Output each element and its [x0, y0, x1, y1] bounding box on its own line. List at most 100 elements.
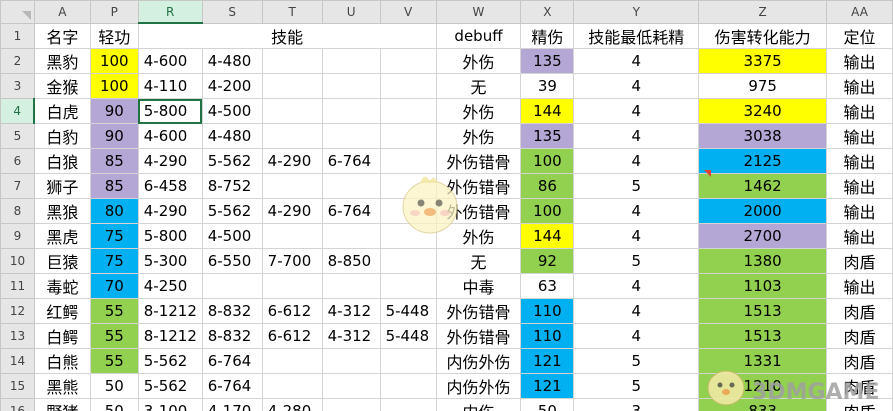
cell-qinggong[interactable]: 50	[89, 373, 139, 399]
cell-skill-5[interactable]	[379, 123, 437, 149]
cell-qinggong-header[interactable]: 轻功	[89, 22, 139, 49]
cell-conversion[interactable]: 2125	[698, 148, 828, 174]
cell-name[interactable]: 黑熊	[33, 373, 91, 399]
cell-skill-4[interactable]: 6-764	[321, 148, 381, 174]
row-number[interactable]: 5	[0, 123, 35, 149]
cell-role[interactable]: 输出	[826, 98, 893, 124]
cell-skill-2[interactable]: 4-200	[201, 73, 263, 99]
column-header[interactable]: W	[435, 0, 522, 24]
cell-role[interactable]: 输出	[826, 148, 893, 174]
comment-indicator[interactable]	[704, 170, 711, 177]
cell-qinggong[interactable]: 90	[89, 123, 139, 149]
cell-skill-2[interactable]: 6-764	[201, 348, 263, 374]
cell-skill-1[interactable]: 8-1212	[137, 298, 203, 324]
cell-skill-1[interactable]: 5-800	[137, 98, 203, 124]
cell-qinggong[interactable]: 50	[89, 398, 139, 411]
cell-conversion[interactable]: 975	[698, 73, 828, 99]
cell-qinggong[interactable]: 75	[89, 223, 139, 249]
cell-skill-4[interactable]	[321, 373, 381, 399]
column-header[interactable]: A	[33, 0, 91, 24]
column-header[interactable]: R	[137, 0, 203, 24]
cell-skill-2[interactable]: 4-500	[201, 223, 263, 249]
row-number[interactable]: 11	[0, 273, 35, 299]
cell-skill-2[interactable]: 8-832	[201, 323, 263, 349]
cell-conversion[interactable]: 1462	[698, 173, 828, 199]
cell-skill-3[interactable]	[261, 373, 323, 399]
cell-min-cost[interactable]: 4	[573, 148, 700, 174]
cell-role[interactable]: 输出	[826, 223, 893, 249]
cell-role[interactable]: 输出	[826, 123, 893, 149]
cell-skill-2[interactable]	[201, 273, 263, 299]
cell-role[interactable]: 肉盾	[826, 298, 893, 324]
cell-qinggong[interactable]: 90	[89, 98, 139, 124]
cell-skill-2[interactable]: 4-480	[201, 123, 263, 149]
cell-role[interactable]: 肉盾	[826, 248, 893, 274]
cell-debuff-header[interactable]: debuff	[435, 22, 522, 49]
cell-min-cost[interactable]: 4	[573, 98, 700, 124]
cell-conversion[interactable]: 3038	[698, 123, 828, 149]
cell-debuff[interactable]: 外伤	[435, 98, 522, 124]
row-number[interactable]: 12	[0, 298, 35, 324]
cell-skill-4[interactable]	[321, 73, 381, 99]
cell-skill-1[interactable]: 4-600	[137, 48, 203, 74]
cell-debuff[interactable]: 无	[435, 73, 522, 99]
row-number[interactable]: 16	[0, 398, 35, 411]
cell-skill-4[interactable]: 8-850	[321, 248, 381, 274]
row-number[interactable]: 2	[0, 48, 35, 74]
cell-skill-4[interactable]: 4-312	[321, 298, 381, 324]
cell-name[interactable]: 黑狼	[33, 198, 91, 224]
cell-conversion[interactable]: 1380	[698, 248, 828, 274]
cell-role[interactable]: 输出	[826, 173, 893, 199]
cell-debuff[interactable]: 外伤错骨	[435, 323, 522, 349]
cell-jingshang[interactable]: 92	[520, 248, 575, 274]
cell-skill-2[interactable]: 5-562	[201, 198, 263, 224]
cell-skill-2[interactable]: 6-550	[201, 248, 263, 274]
cell-skill-1[interactable]: 4-290	[137, 198, 203, 224]
cell-skill-4[interactable]: 6-764	[321, 198, 381, 224]
cell-skill-3[interactable]	[261, 223, 323, 249]
cell-skill-3[interactable]	[261, 48, 323, 74]
cell-min-cost[interactable]: 5	[573, 348, 700, 374]
cell-role[interactable]: 肉盾	[826, 323, 893, 349]
cell-debuff[interactable]: 外伤错骨	[435, 298, 522, 324]
row-number[interactable]: 3	[0, 73, 35, 99]
cell-conversion[interactable]: 2000	[698, 198, 828, 224]
column-header[interactable]: V	[379, 0, 437, 24]
cell-min-cost-header[interactable]: 技能最低耗精	[573, 22, 700, 49]
cell-name[interactable]: 白豹	[33, 123, 91, 149]
row-number[interactable]: 10	[0, 248, 35, 274]
cell-name[interactable]: 金猴	[33, 73, 91, 99]
cell-skill-4[interactable]	[321, 98, 381, 124]
cell-skill-3[interactable]: 6-612	[261, 323, 323, 349]
cell-min-cost[interactable]: 3	[573, 398, 700, 411]
cell-skill-1[interactable]: 4-250	[137, 273, 203, 299]
cell-qinggong[interactable]: 80	[89, 198, 139, 224]
cell-skill-1[interactable]: 3-100	[137, 398, 203, 411]
cell-skill-1[interactable]: 4-290	[137, 148, 203, 174]
row-number[interactable]: 7	[0, 173, 35, 199]
cell-role[interactable]: 肉盾	[826, 348, 893, 374]
row-number[interactable]: 14	[0, 348, 35, 374]
cell-qinggong[interactable]: 70	[89, 273, 139, 299]
cell-skill-4[interactable]	[321, 348, 381, 374]
cell-qinggong[interactable]: 85	[89, 173, 139, 199]
cell-debuff[interactable]: 中毒	[435, 273, 522, 299]
cell-debuff[interactable]: 无	[435, 248, 522, 274]
cell-skill-4[interactable]	[321, 173, 381, 199]
column-header[interactable]: X	[520, 0, 575, 24]
cell-conversion[interactable]: 2700	[698, 223, 828, 249]
column-header[interactable]: AA	[826, 0, 893, 24]
cell-skill-4[interactable]	[321, 123, 381, 149]
cell-conversion-header[interactable]: 伤害转化能力	[698, 22, 828, 49]
cell-min-cost[interactable]: 5	[573, 373, 700, 399]
cell-min-cost[interactable]: 4	[573, 48, 700, 74]
cell-skill-5[interactable]	[379, 48, 437, 74]
cell-debuff[interactable]: 内伤外伤	[435, 373, 522, 399]
cell-name[interactable]: 毒蛇	[33, 273, 91, 299]
cell-debuff[interactable]: 内伤外伤	[435, 348, 522, 374]
cell-jingshang[interactable]: 63	[520, 273, 575, 299]
cell-name[interactable]: 巨猿	[33, 248, 91, 274]
cell-qinggong[interactable]: 75	[89, 248, 139, 274]
cell-min-cost[interactable]: 4	[573, 273, 700, 299]
cell-skill-5[interactable]	[379, 273, 437, 299]
